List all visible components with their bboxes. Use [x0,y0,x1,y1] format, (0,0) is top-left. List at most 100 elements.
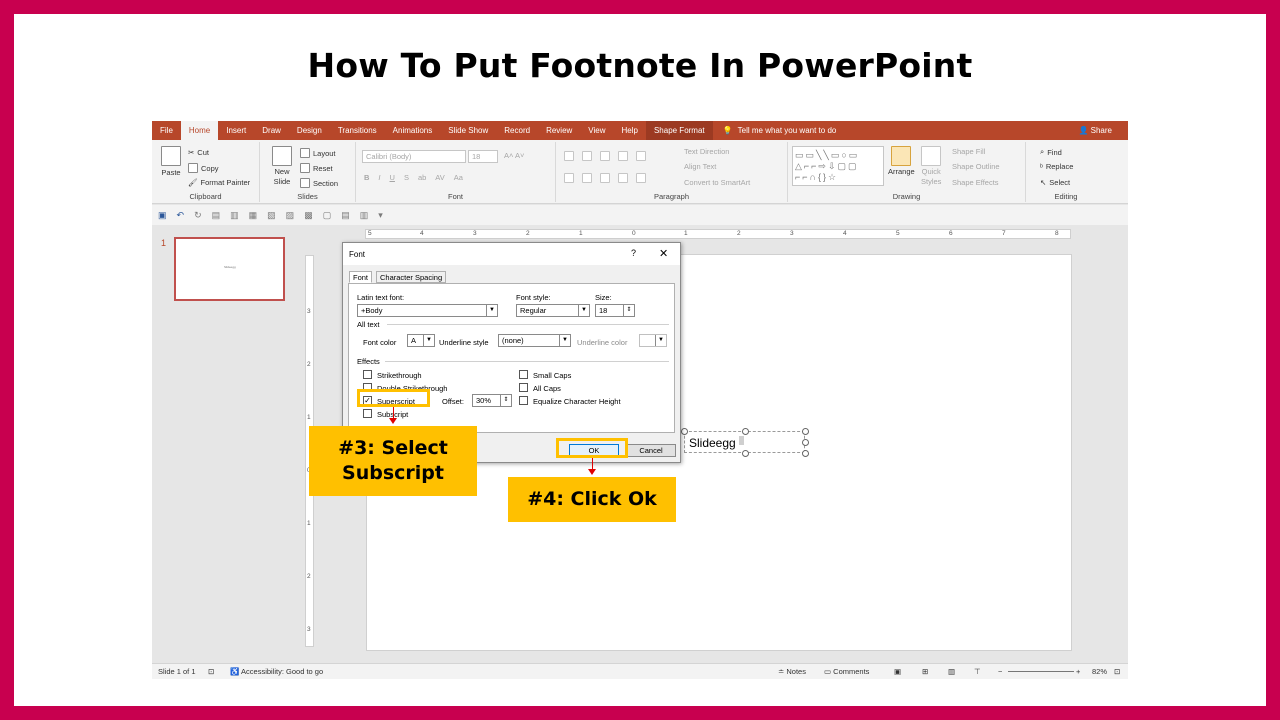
comments-button[interactable]: ▭ Comments [824,667,869,676]
qat-icon-5[interactable]: ▥ [230,210,239,221]
tab-file[interactable]: File [152,121,181,140]
latin-font-combo[interactable]: +Body ▼ [357,304,498,317]
tab-font[interactable]: Font [349,271,373,283]
tab-transitions[interactable]: Transitions [330,121,385,140]
zoom-level[interactable]: 82% [1092,667,1107,676]
resize-handle[interactable] [681,428,688,435]
paste-button[interactable]: Paste [161,146,181,177]
share-button[interactable]: 👤 Share [1078,121,1112,140]
qat-icon-7[interactable]: ▧ [267,210,276,221]
tab-shape-format[interactable]: Shape Format [645,121,713,140]
tab-insert[interactable]: Insert [218,121,254,140]
tab-draw[interactable]: Draw [254,121,289,140]
find-button[interactable]: ⌕ Find [1040,147,1062,157]
font-color-picker[interactable]: A ▼ [407,334,435,347]
tab-record[interactable]: Record [496,121,538,140]
align-buttons[interactable] [564,173,646,183]
section-button[interactable]: Section [300,178,338,188]
equalize-height-checkbox[interactable] [519,396,528,405]
tab-review[interactable]: Review [538,121,580,140]
fit-slide-icon[interactable]: ⊡ [1114,667,1120,676]
list-buttons[interactable] [564,151,646,161]
subscript-checkbox[interactable] [363,409,372,418]
select-button[interactable]: ↖ Select [1040,178,1070,187]
tab-character-spacing[interactable]: Character Spacing [376,271,447,283]
tab-slide-show[interactable]: Slide Show [440,121,496,140]
font-style-combo[interactable]: Regular ▼ [516,304,590,317]
quick-styles-button[interactable]: Quick Styles [921,146,941,186]
resize-handle[interactable] [742,428,749,435]
notes-page-icon[interactable]: ⊡ [208,667,214,676]
format-painter-button[interactable]: 🖌 Format Painter [188,178,250,187]
zoom-in-icon[interactable]: + [1076,667,1080,676]
resize-handle[interactable] [802,450,809,457]
underline-style-combo[interactable]: (none) ▼ [498,334,571,347]
reading-view-icon[interactable]: ▥ [948,667,955,676]
tell-me-box[interactable]: 💡 Tell me what you want to do [723,126,837,135]
undo-icon[interactable]: ↶ [177,210,185,221]
cancel-button[interactable]: Cancel [626,444,676,457]
font-size-combo[interactable]: 18 [468,150,498,163]
layout-button[interactable]: Layout [300,148,336,158]
qat-icon-12[interactable]: ▥ [360,210,369,221]
qat-icon-8[interactable]: ▨ [286,210,295,221]
tab-animations[interactable]: Animations [385,121,441,140]
present-icon[interactable]: ▤ [212,210,221,221]
shapes-gallery[interactable]: ▭▭╲╲▭○▭ △⌐⌐⇨⇩▢▢ ⌐⌐∩{}☆ [792,146,884,186]
cut-button[interactable]: ✂ Cut [188,148,209,157]
shape-effects-button[interactable]: Shape Effects [952,178,999,187]
copy-icon [188,163,198,173]
copy-label: Copy [201,163,219,173]
qat-icon-10[interactable]: ▢ [323,210,332,221]
arrange-button[interactable]: Arrange [888,146,915,176]
shape-fill-button[interactable]: Shape Fill [952,147,985,156]
font-name-combo[interactable]: Calibri (Body) [362,150,466,163]
new-slide-button[interactable]: New Slide [272,146,292,186]
zoom-out-icon[interactable]: − [998,667,1002,676]
offset-spinner[interactable]: 30% ⇕ [472,394,512,407]
tab-home[interactable]: Home [180,121,219,140]
grow-font-button[interactable]: A˄ A˅ [504,151,524,160]
replace-button[interactable]: ᵇ Replace [1040,162,1073,171]
resize-handle[interactable] [802,439,809,446]
copy-button[interactable]: Copy [188,163,219,173]
text-direction-button[interactable]: Text Direction [684,147,729,156]
align-left-icon [564,173,574,183]
tab-view[interactable]: View [580,121,613,140]
spinner-icon: ⇕ [500,395,511,406]
size-spinner[interactable]: 18 ⇕ [595,304,635,317]
close-button[interactable]: ✕ [659,247,668,260]
resize-handle[interactable] [802,428,809,435]
selected-textbox[interactable]: Slideegg [681,428,809,457]
qat-icon-6[interactable]: ▦ [249,210,258,221]
tab-design[interactable]: Design [289,121,330,140]
shape-outline-button[interactable]: Shape Outline [952,162,1000,171]
underline-color-picker[interactable]: ▼ [639,334,667,347]
slide-thumbnail[interactable]: Slideegg [174,237,285,301]
help-button[interactable]: ? [631,248,636,258]
strikethrough-checkbox[interactable] [363,370,372,379]
new-slide-icon [272,146,292,166]
zoom-slider[interactable] [1008,671,1074,672]
notes-button[interactable]: ≐ Notes [778,667,806,676]
slide-sorter-icon[interactable]: ⊞ [922,667,928,676]
columns-icon [636,173,646,183]
dialog-body: Latin text font: +Body ▼ Font style: Regu… [348,283,675,433]
redo-icon[interactable]: ↻ [194,210,202,221]
slideshow-view-icon[interactable]: ⊤ [974,667,981,676]
customize-icon[interactable]: ▾ [378,210,383,221]
normal-view-icon[interactable]: ▣ [894,667,901,676]
save-icon[interactable]: ▣ [158,210,167,221]
replace-label: Replace [1045,162,1074,171]
all-caps-checkbox[interactable] [519,383,528,392]
small-caps-checkbox[interactable] [519,370,528,379]
reset-button[interactable]: Reset [300,163,333,173]
resize-handle[interactable] [742,450,749,457]
align-text-button[interactable]: Align Text [684,162,716,171]
qat-icon-11[interactable]: ▤ [341,210,350,221]
qat-icon-9[interactable]: ▩ [304,210,313,221]
font-format-buttons[interactable]: B I U Sab AV Aa [364,173,463,182]
convert-smartart-button[interactable]: Convert to SmartArt [684,178,750,187]
tab-help[interactable]: Help [614,121,646,140]
accessibility-status[interactable]: ♿ Accessibility: Good to go [230,667,323,676]
